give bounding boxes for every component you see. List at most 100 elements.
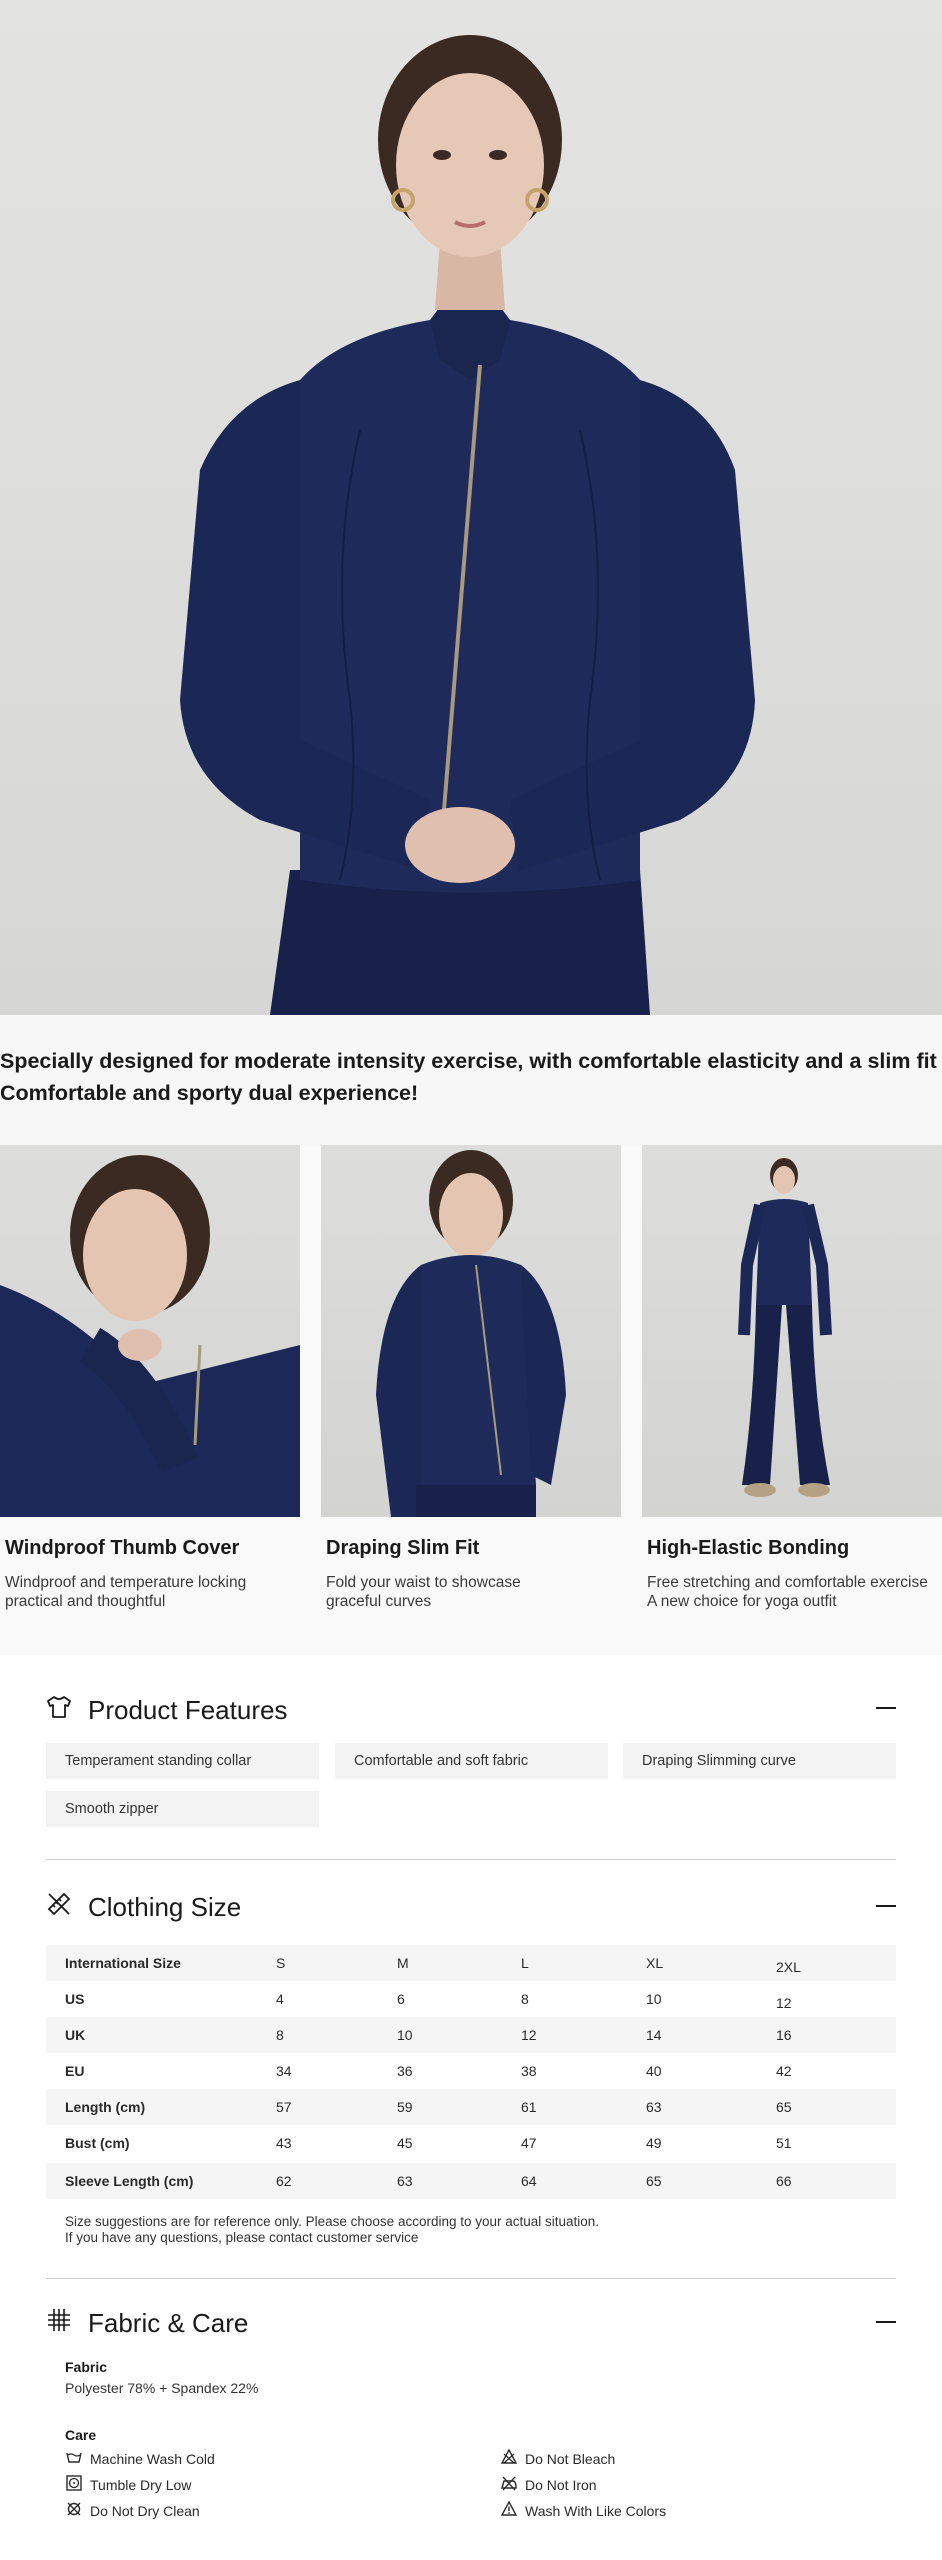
section-divider [46,1859,896,1860]
tagline-line-1: Specially designed for moderate intensit… [0,1049,937,1073]
tagline-band [0,1015,942,1145]
size-header-cell: M [397,1955,409,1971]
size-cell: Bust (cm) [65,2135,130,2151]
card-desc-1: Windproof and temperature locking [5,1574,247,1591]
card-title: Draping Slim Fit [326,1537,480,1559]
section-title: Clothing Size [88,1892,242,1922]
collapse-features-icon[interactable] [876,1707,896,1709]
no-bleach-icon [500,2448,518,2469]
section-title: Product Features [88,1695,288,1725]
fabric-weave-icon [44,2305,74,2342]
card-desc-1: Free stretching and comfortable exercise [647,1574,928,1591]
size-cell: 36 [397,2063,413,2079]
size-cell: 59 [397,2099,413,2115]
clothing-size-header[interactable]: Clothing Size [44,1889,241,1926]
card-desc-2: practical and thoughtful [5,1593,166,1610]
section-title: Fabric & Care [88,2308,249,2338]
size-cell: 4 [276,1991,284,2007]
size-cell: 40 [646,2063,662,2079]
size-cell: 45 [397,2135,413,2151]
size-header-cell: S [276,1955,286,1971]
size-row: UK 8 10 12 14 16 [46,2017,896,2053]
size-row: US 4 6 8 10 12 [46,1981,896,2017]
size-cell: 38 [521,2063,537,2079]
hero-product-photo [0,0,942,1015]
size-cell: 34 [276,2063,292,2079]
thumb-cover-photo [0,1145,300,1517]
size-cell: 42 [776,2063,792,2079]
tumble-dry-icon [65,2474,83,2495]
collapse-size-icon[interactable] [876,1905,896,1907]
feature-chip: Draping Slimming curve [623,1743,896,1779]
size-row: Sleeve Length (cm) 62 63 64 65 66 [46,2163,896,2199]
size-cell: 12 [776,1995,792,2011]
size-cell: US [65,1991,85,2007]
size-cell: Sleeve Length (cm) [65,2173,194,2189]
size-cell: 8 [521,1991,529,2007]
warning-icon [500,2500,518,2521]
size-cell: 12 [521,2027,537,2043]
size-header-row: International Size S M L XL 2XL [46,1945,896,1981]
care-item: Tumble Dry Low [65,2474,191,2495]
size-cell: 8 [276,2027,284,2043]
feature-chip: Temperament standing collar [46,1743,319,1779]
size-header-cell: L [521,1955,529,1971]
size-row: Bust (cm) 43 45 47 49 51 [46,2125,896,2161]
card-title: Windproof Thumb Cover [5,1537,240,1559]
care-item-label: Machine Wash Cold [90,2450,215,2467]
size-cell: 66 [776,2173,792,2189]
size-cell: 10 [646,1991,662,2007]
size-header-cell: XL [646,1955,664,1971]
care-item-label: Do Not Bleach [525,2450,616,2467]
size-note-1: Size suggestions are for reference only.… [65,2214,600,2229]
washtub-icon [65,2448,83,2469]
care-item: Wash With Like Colors [500,2500,666,2521]
fabric-care-header[interactable]: Fabric & Care [44,2305,248,2342]
size-cell: 57 [276,2099,292,2115]
tagline-line-2: Comfortable and sporty dual experience! [0,1081,419,1105]
care-item: Do Not Iron [500,2474,597,2495]
size-cell: 63 [646,2099,662,2115]
card-desc-2: graceful curves [326,1593,432,1610]
size-cell: 10 [397,2027,413,2043]
size-cell: 65 [776,2099,792,2115]
collapse-fabric-icon[interactable] [876,2321,896,2323]
care-item: Do Not Bleach [500,2448,615,2469]
size-cell: 14 [646,2027,662,2043]
feature-chip: Smooth zipper [46,1791,319,1827]
care-item-label: Tumble Dry Low [90,2476,192,2493]
size-cell: 63 [397,2173,413,2189]
size-cell: 16 [776,2027,792,2043]
care-item: Machine Wash Cold [65,2448,215,2469]
size-cell: EU [65,2063,85,2079]
size-cell: UK [65,2027,86,2043]
size-cell: 62 [276,2173,292,2189]
fabric-label: Fabric [65,2359,108,2375]
size-cell: 51 [776,2135,792,2151]
size-header-cell: International Size [65,1955,181,1971]
size-cell: 65 [646,2173,662,2189]
care-item-label: Do Not Iron [525,2476,597,2493]
care-item-label: Do Not Dry Clean [90,2502,200,2519]
card-title: High-Elastic Bonding [647,1537,850,1559]
care-item-label: Wash With Like Colors [525,2502,667,2519]
slim-fit-photo [321,1145,621,1517]
size-header-cell: 2XL [776,1959,801,1975]
product-features-header[interactable]: Product Features [44,1692,287,1729]
size-note-2: If you have any questions, please contac… [65,2230,419,2245]
high-elastic-photo [642,1145,942,1517]
size-row: Length (cm) 57 59 61 63 65 [46,2089,896,2125]
fabric-value: Polyester 78% + Spandex 22% [65,2380,259,2396]
size-cell: 47 [521,2135,537,2151]
no-dry-clean-icon [65,2500,83,2521]
size-cell: 61 [521,2099,537,2115]
size-cell: 64 [521,2173,537,2189]
section-divider [46,2278,896,2279]
ruler-icon [44,1889,74,1926]
feature-chip: Comfortable and soft fabric [335,1743,608,1779]
size-cell: 43 [276,2135,292,2151]
size-cell: Length (cm) [65,2099,146,2115]
no-iron-icon [500,2474,518,2495]
card-desc-1: Fold your waist to showcase [326,1574,521,1591]
size-cell: 6 [397,1991,405,2007]
